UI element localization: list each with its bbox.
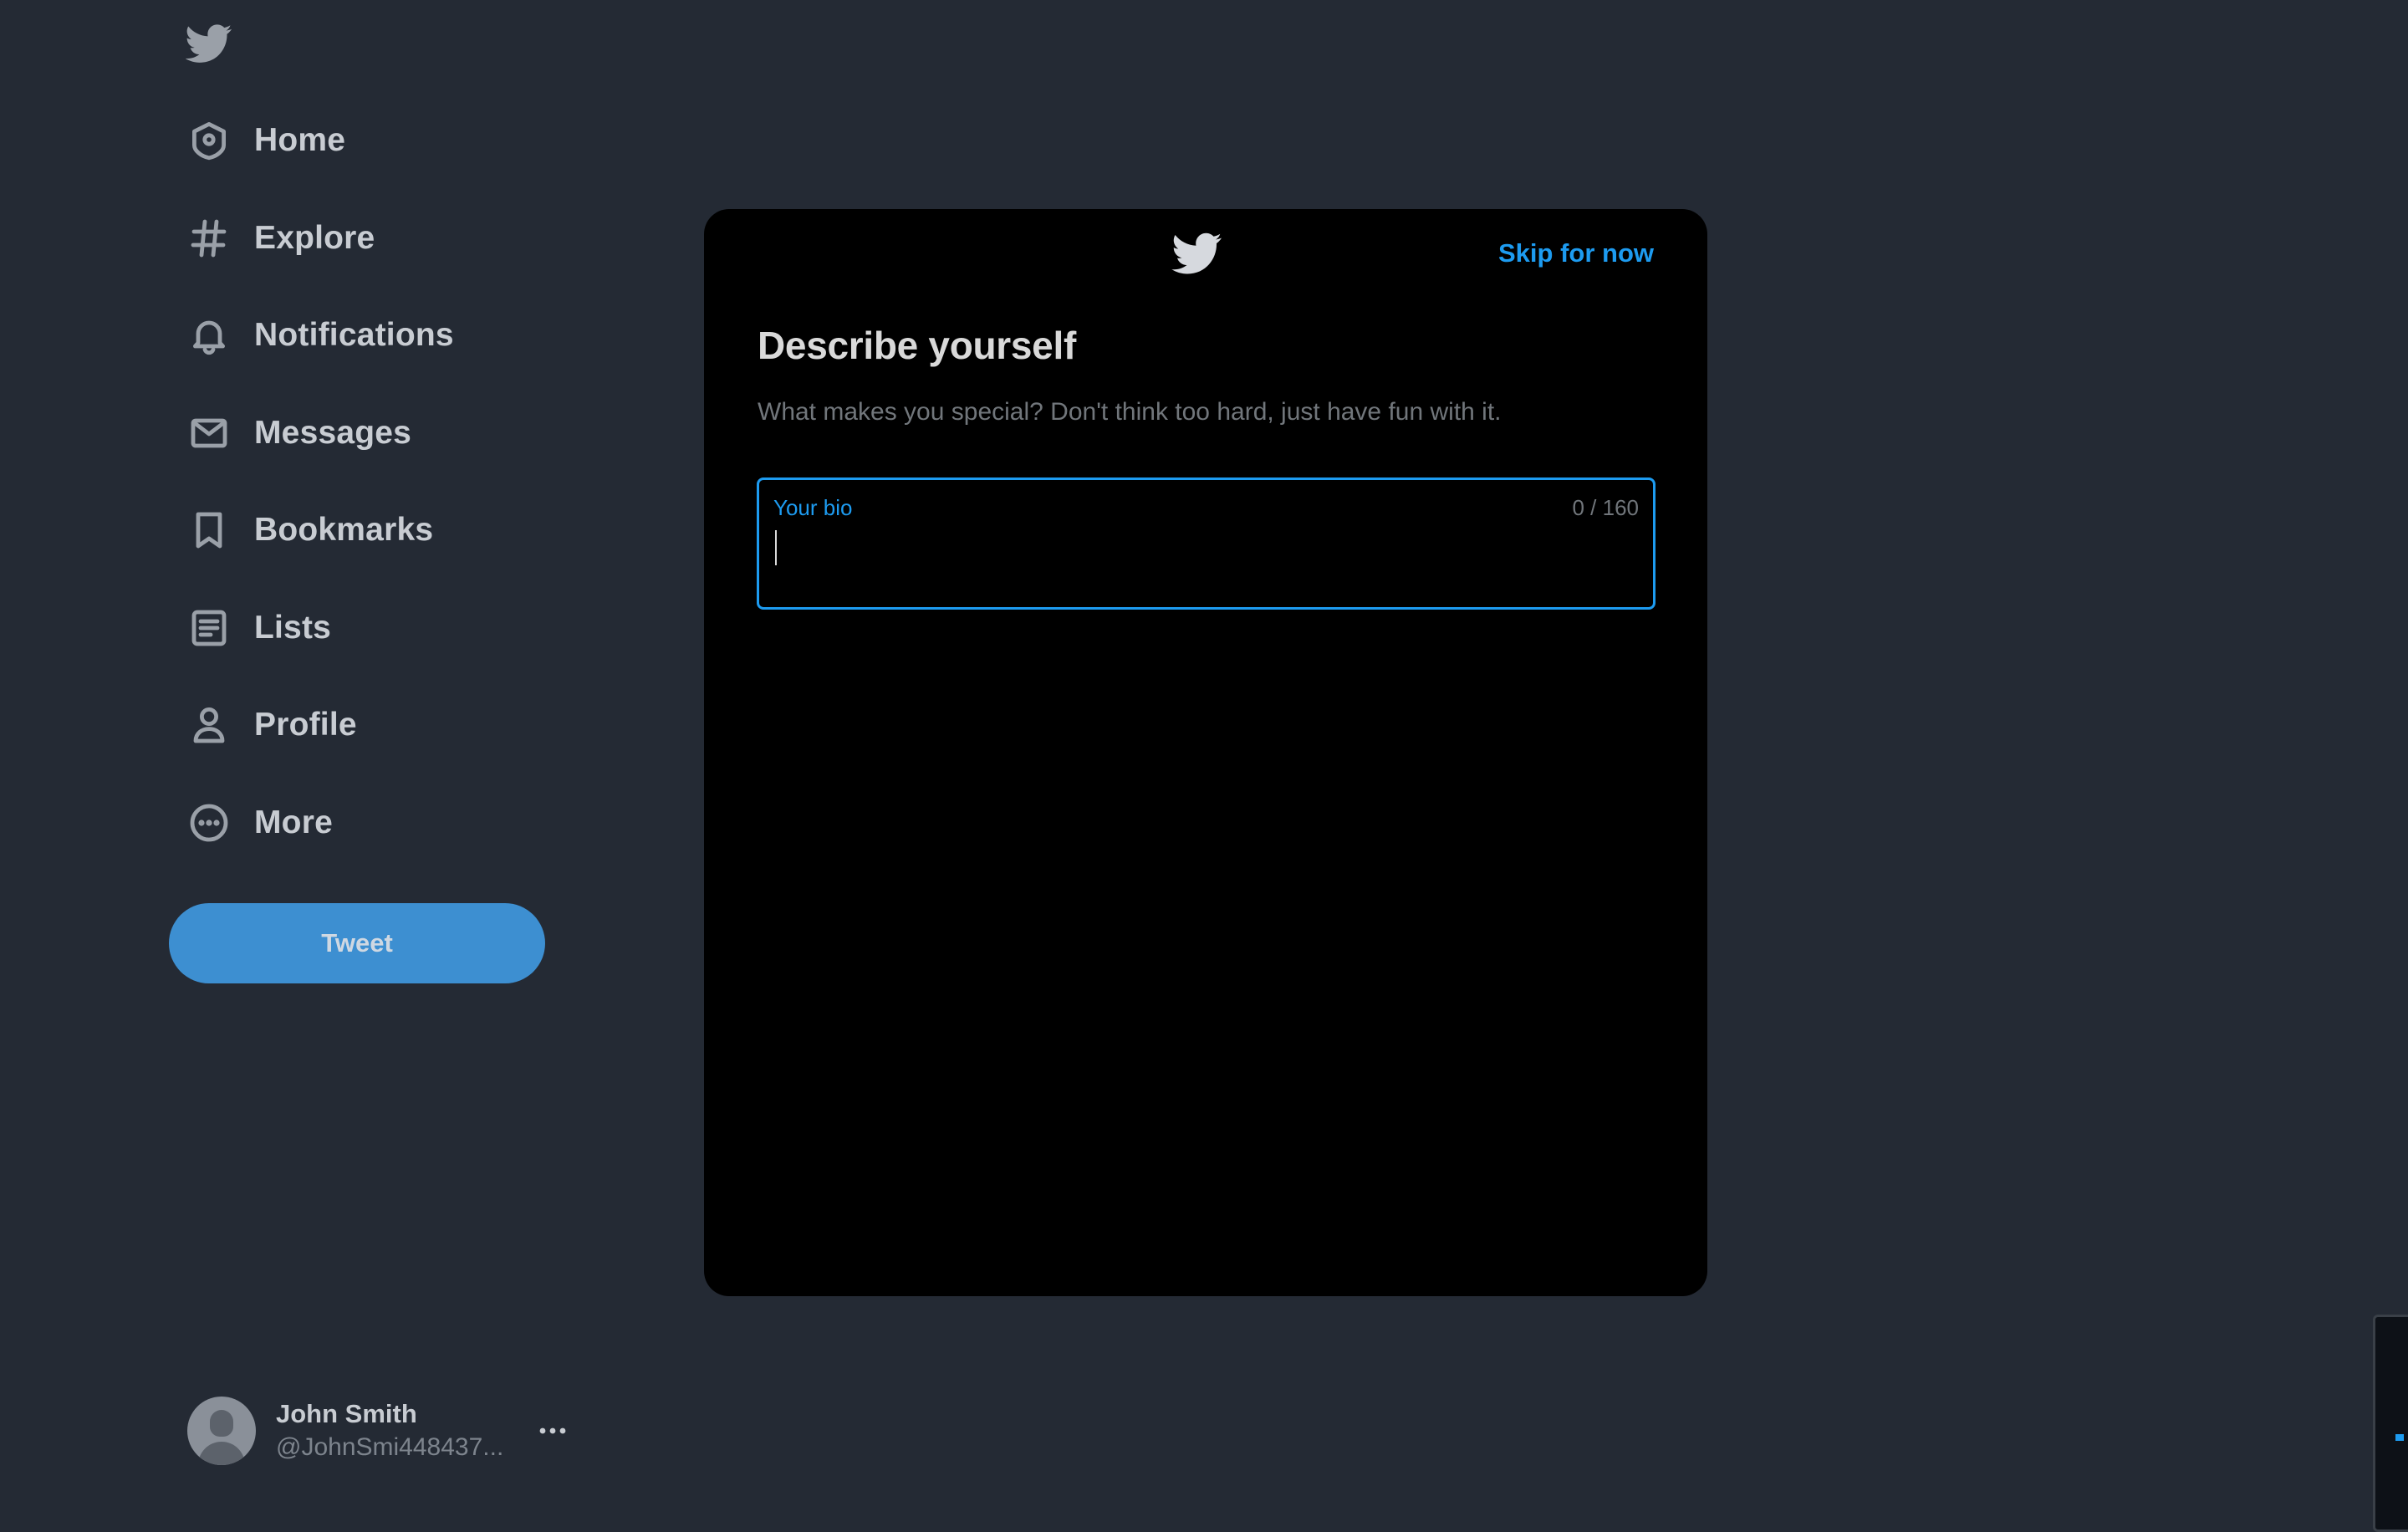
tweet-button[interactable]: Tweet: [169, 903, 545, 983]
nav-label-home: Home: [254, 122, 346, 159]
nav-item-messages[interactable]: Messages: [167, 385, 585, 483]
nav-item-bookmarks[interactable]: Bookmarks: [167, 482, 585, 580]
list-icon: [167, 605, 254, 651]
dialog-subtitle: What makes you special? Don't think too …: [758, 398, 1502, 426]
nav-item-notifications[interactable]: Notifications: [167, 287, 585, 385]
screenshot-thumbnail[interactable]: [2373, 1315, 2408, 1532]
onboarding-bio-dialog: Skip for now Describe yourself What make…: [704, 209, 1707, 1296]
nav-label-explore: Explore: [254, 219, 375, 256]
bio-character-counter: 0 / 160: [1572, 495, 1639, 520]
nav-item-more[interactable]: More: [167, 774, 585, 872]
primary-nav: Home Explore Notifications Messages Book…: [167, 92, 585, 871]
bio-field-label: Your bio: [773, 495, 853, 520]
bio-field[interactable]: Your bio 0 / 160: [757, 477, 1656, 610]
text-caret: [775, 530, 777, 565]
dialog-title: Describe yourself: [758, 324, 1076, 367]
nav-item-explore[interactable]: Explore: [167, 190, 585, 288]
more-dots-icon[interactable]: [532, 1414, 574, 1448]
person-icon: [167, 702, 254, 748]
twitter-logo-icon[interactable]: [184, 18, 234, 69]
bell-icon: [167, 312, 254, 359]
nav-item-home[interactable]: Home: [167, 92, 585, 190]
home-icon: [167, 117, 254, 164]
account-handle: @JohnSmi448437...: [276, 1433, 504, 1461]
nav-label-bookmarks: Bookmarks: [254, 512, 434, 549]
nav-item-lists[interactable]: Lists: [167, 580, 585, 677]
account-name: John Smith: [276, 1399, 417, 1428]
sidebar: Home Explore Notifications Messages Book…: [0, 0, 635, 1505]
nav-label-messages: Messages: [254, 414, 412, 451]
bio-input[interactable]: [773, 525, 1634, 592]
nav-label-profile: Profile: [254, 707, 357, 743]
bookmark-icon: [167, 507, 254, 554]
account-switcher[interactable]: John Smith @JohnSmi448437...: [187, 1395, 580, 1467]
avatar: [187, 1397, 256, 1465]
hashtag-icon: [167, 215, 254, 262]
more-circle-icon: [167, 799, 254, 846]
twitter-bird-icon: [1168, 227, 1227, 279]
account-info: John Smith @JohnSmi448437...: [276, 1397, 518, 1464]
skip-for-now-button[interactable]: Skip for now: [1498, 238, 1654, 268]
envelope-icon: [167, 410, 254, 457]
nav-label-lists: Lists: [254, 609, 332, 646]
nav-label-notifications: Notifications: [254, 317, 454, 354]
nav-item-profile[interactable]: Profile: [167, 677, 585, 774]
nav-label-more: More: [254, 804, 333, 840]
